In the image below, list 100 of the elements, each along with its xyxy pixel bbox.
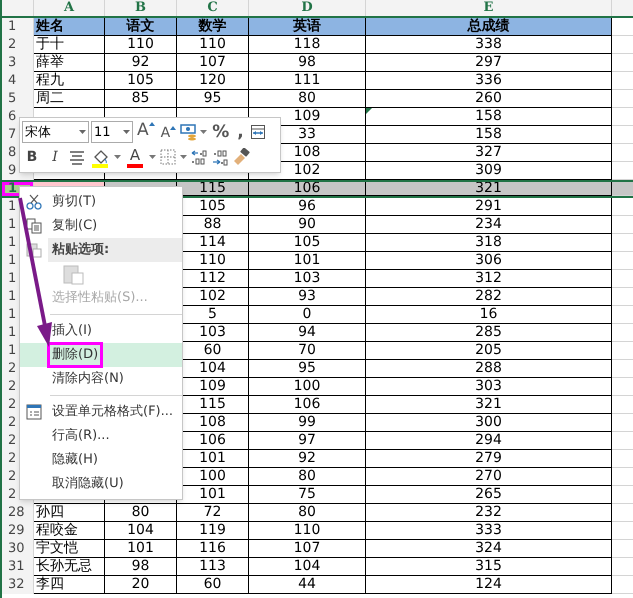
row-number[interactable]: 32 [2, 576, 34, 594]
table-cell: 111 [249, 72, 366, 90]
row-number[interactable]: 4 [2, 72, 34, 90]
column-header[interactable]: E [366, 0, 612, 16]
column-header[interactable]: A [34, 0, 105, 16]
table-cell: 294 [366, 432, 612, 450]
table-cell: 92 [105, 54, 177, 72]
row-number[interactable]: 1 [2, 18, 34, 36]
table-cell: 158 [366, 126, 612, 144]
number-format-button[interactable]: , [234, 122, 247, 142]
table-cell: 100 [249, 378, 366, 396]
table-cell: 0 [249, 306, 366, 324]
font-field[interactable]: 宋体 [22, 121, 89, 144]
row-number[interactable]: 5 [2, 90, 34, 108]
menu-item[interactable]: 删除(D) [20, 343, 182, 367]
table-cell: 110 [249, 522, 366, 540]
table-cell: 291 [366, 198, 612, 216]
dropdown-icon [149, 155, 156, 160]
menu-section-header: 粘贴选项: [48, 238, 182, 262]
dropdown-icon [180, 155, 187, 160]
table-cell: 205 [366, 342, 612, 360]
table-cell: 327 [366, 144, 612, 162]
table-cell: 270 [366, 468, 612, 486]
table-cell: 297 [366, 54, 612, 72]
dropdown-icon [79, 130, 86, 134]
table-cell: 姓名 [34, 18, 105, 36]
table-cell: 于十 [34, 36, 105, 54]
table-cell: 长孙无忌 [34, 558, 105, 576]
table-cell: 80 [249, 504, 366, 522]
row-number[interactable]: 30 [2, 540, 34, 558]
table-cell: 96 [249, 198, 366, 216]
row-number[interactable]: 29 [2, 522, 34, 540]
dropdown-icon [123, 130, 130, 134]
table-cell: 宇文恺 [34, 540, 105, 558]
table-cell: 116 [177, 540, 249, 558]
table-cell: 124 [366, 576, 612, 594]
table-cell: 95 [177, 90, 249, 108]
decrease-decimal-icon[interactable] [211, 148, 229, 166]
table-cell: 113 [177, 558, 249, 576]
table-cell: 333 [366, 522, 612, 540]
borders-icon[interactable] [159, 148, 177, 166]
table-cell: 103 [249, 270, 366, 288]
scissors-icon [26, 194, 42, 210]
shrink-font-button[interactable]: A [158, 122, 178, 142]
table-cell: 300 [366, 414, 612, 432]
table-cell: 282 [366, 288, 612, 306]
table-cell: 324 [366, 540, 612, 558]
table-cell: 孙四 [34, 504, 105, 522]
table-cell: 318 [366, 234, 612, 252]
format-cells-icon [26, 404, 42, 420]
column-header[interactable]: C [177, 0, 249, 16]
table-cell: 16 [366, 306, 612, 324]
caret-icon [170, 126, 176, 130]
table-cell: 80 [249, 468, 366, 486]
table-cell: 104 [105, 522, 177, 540]
row-number[interactable]: 2 [2, 36, 34, 54]
table-cell: 85 [105, 90, 177, 108]
table-cell: 105 [105, 72, 177, 90]
table-cell: 93 [249, 288, 366, 306]
row-number[interactable]: 3 [2, 54, 34, 72]
number-format-button[interactable]: % [209, 122, 232, 142]
row-number[interactable]: 31 [2, 558, 34, 576]
increase-decimal-icon[interactable] [190, 148, 208, 166]
table-cell: 90 [249, 216, 366, 234]
table-cell: 288 [366, 360, 612, 378]
table-cell: 72 [177, 504, 249, 522]
font-color-button[interactable]: A [124, 146, 146, 168]
column-header[interactable]: D [249, 0, 366, 16]
italic-button[interactable]: I [45, 147, 65, 168]
wrap-text-icon[interactable] [248, 123, 267, 142]
table-cell: 336 [366, 72, 612, 90]
format-painter-icon[interactable] [232, 148, 250, 166]
table-cell: 306 [366, 252, 612, 270]
table-cell: 94 [249, 324, 366, 342]
table-cell: 101 [105, 540, 177, 558]
table-cell: 265 [366, 486, 612, 504]
table-cell: 260 [366, 90, 612, 108]
table-cell: 158 [366, 108, 612, 126]
column-header[interactable]: B [105, 0, 177, 16]
table-cell: 98 [249, 54, 366, 72]
table-cell: 312 [366, 270, 612, 288]
table-cell: 303 [366, 378, 612, 396]
table-cell: 李四 [34, 576, 105, 594]
table-cell: 110 [105, 36, 177, 54]
table-cell: 98 [105, 558, 177, 576]
table-cell: 80 [105, 504, 177, 522]
table-cell: 92 [249, 450, 366, 468]
table-cell: 周二 [34, 90, 105, 108]
table-cell: 70 [249, 342, 366, 360]
table-cell: 程咬金 [34, 522, 105, 540]
clipboard-icon [63, 263, 85, 285]
table-cell: 234 [366, 216, 612, 234]
table-cell: 338 [366, 36, 612, 54]
caret-icon [148, 122, 155, 126]
table-cell: 80 [249, 90, 366, 108]
font-size-field[interactable]: 11 [91, 121, 133, 144]
grow-font-button[interactable]: A [135, 122, 157, 142]
currency-icon[interactable] [180, 123, 198, 142]
table-cell: 104 [249, 558, 366, 576]
row-number[interactable]: 28 [2, 504, 34, 522]
